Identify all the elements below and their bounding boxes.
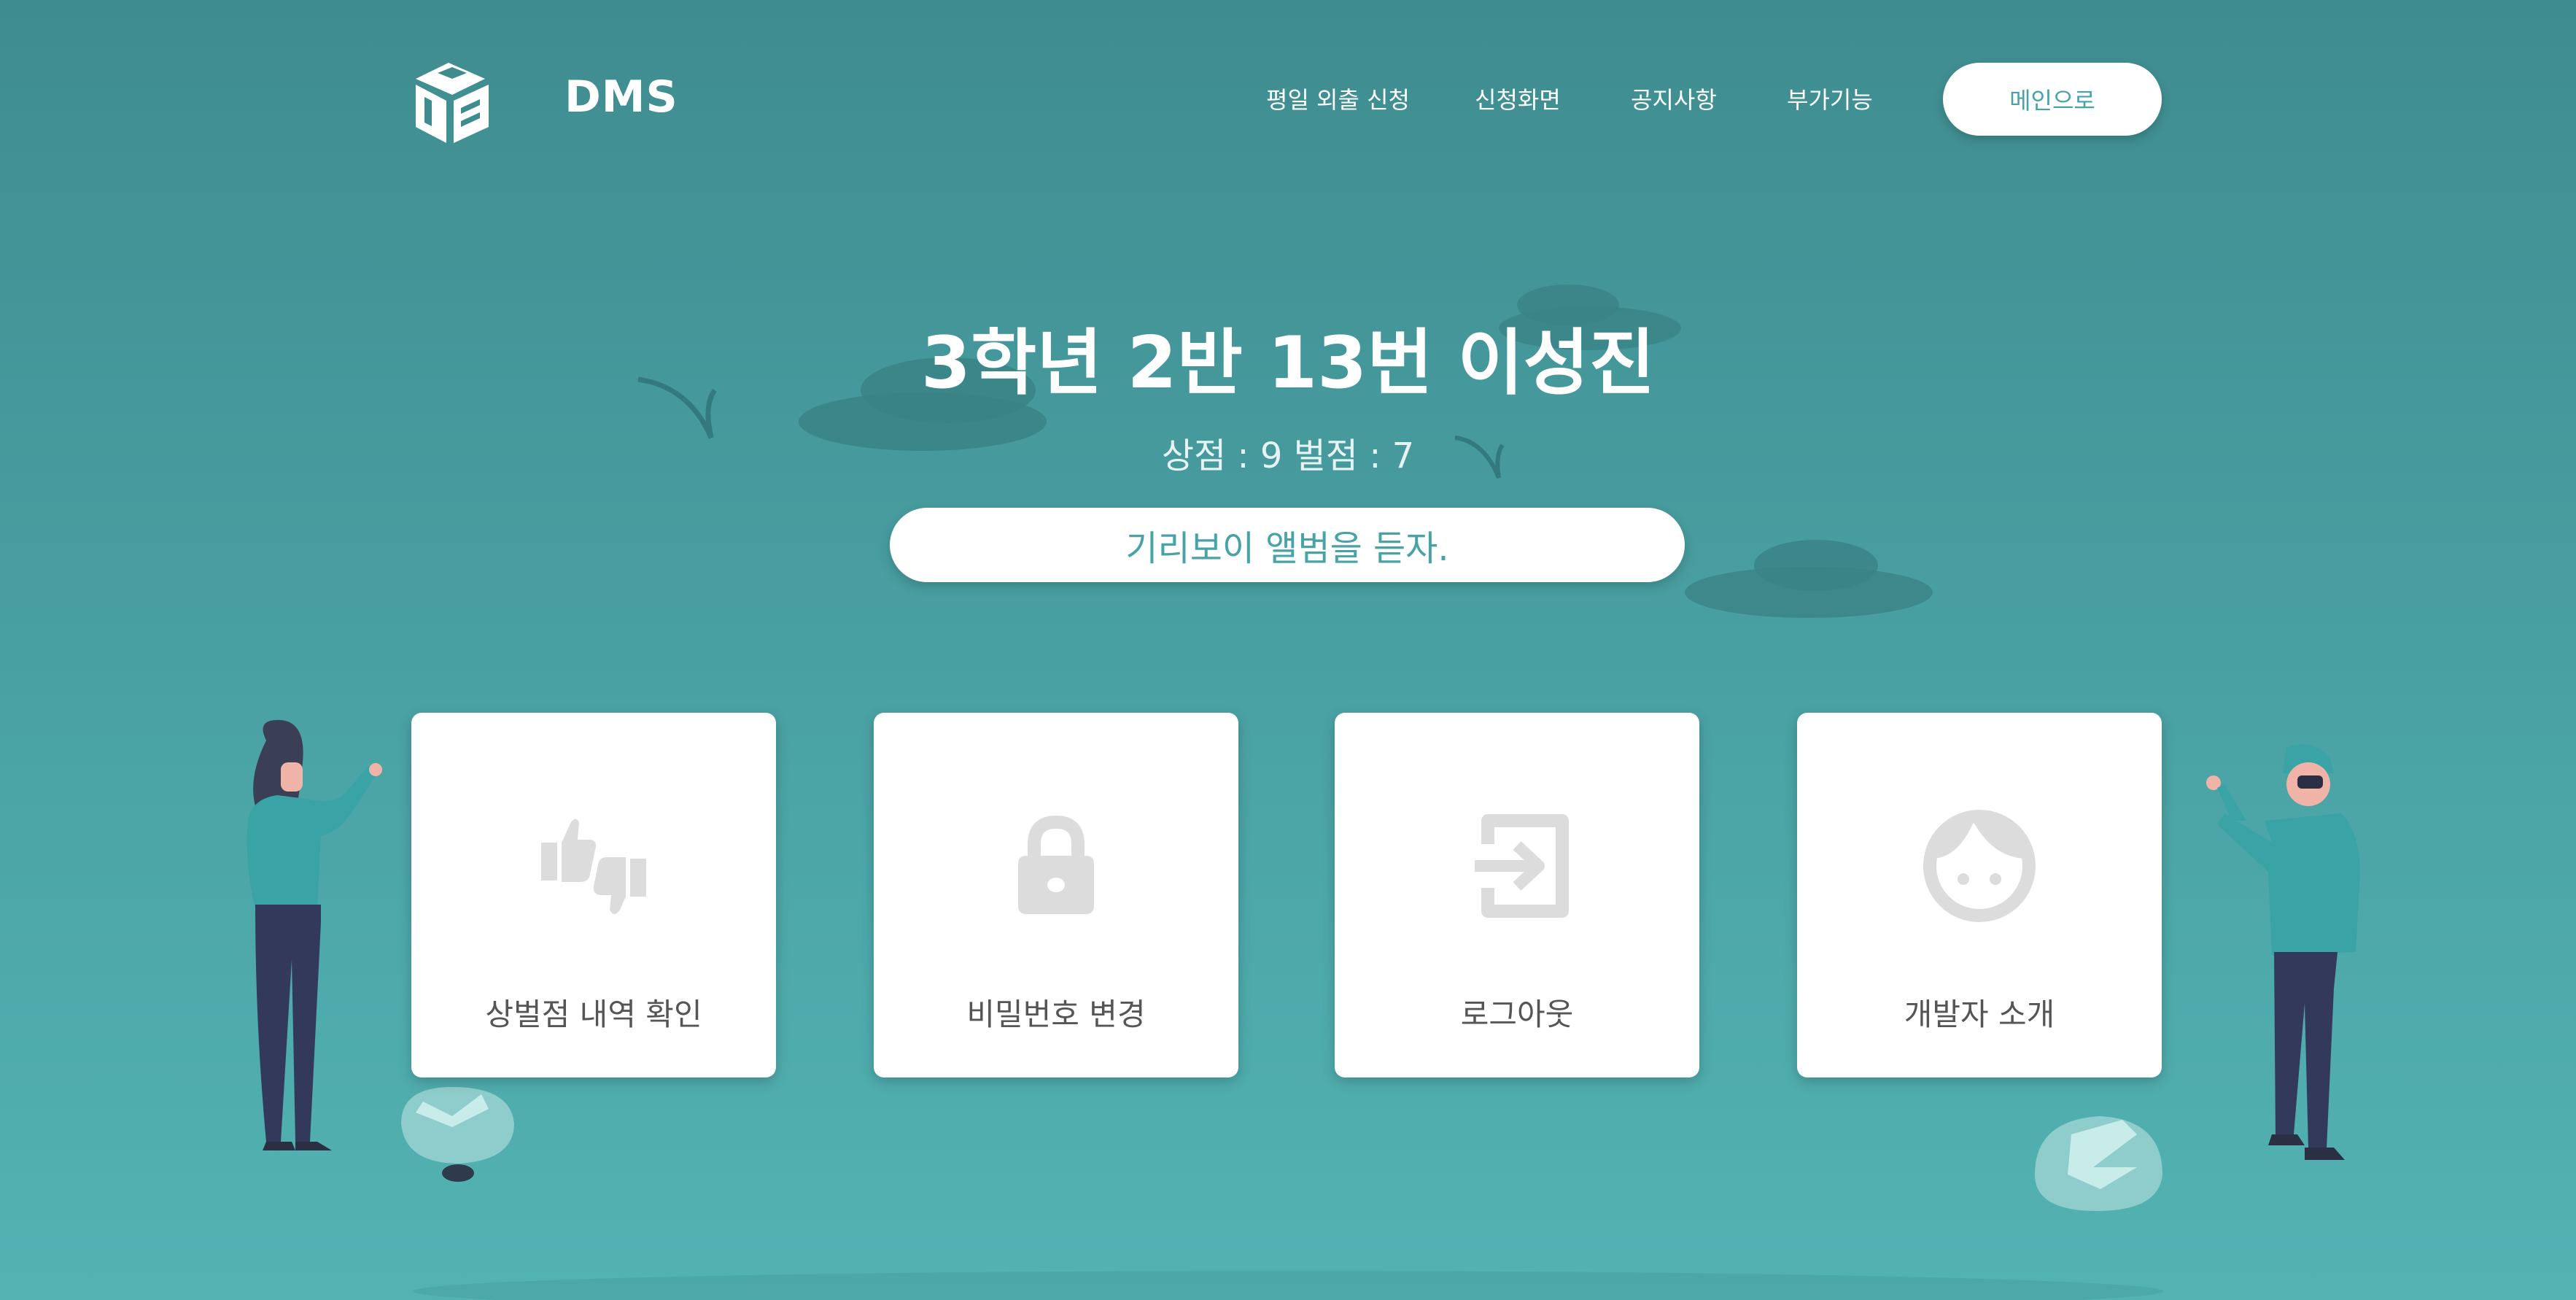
- logout-icon: [1475, 814, 1569, 918]
- nav-weekday-outing[interactable]: 평일 외출 신청: [1266, 82, 1410, 115]
- card-logout[interactable]: 로그아웃: [1335, 713, 1699, 1077]
- face-icon: [1923, 810, 2036, 922]
- woman-illustration: [247, 719, 382, 1150]
- man-illustration: [2206, 744, 2360, 1160]
- card-label-change-password: 비밀번호 변경: [966, 997, 1146, 1032]
- thumbs-up-down-icon: [541, 819, 646, 914]
- merit-demerit-points: 상점 : 9 벌점 : 7: [1161, 436, 1415, 476]
- card-change-password[interactable]: 비밀번호 변경: [874, 713, 1238, 1077]
- status-message[interactable]: 기리보이 앨범을 듣자.: [890, 508, 1685, 582]
- page: DMS 평일 외출 신청 신청화면 공지사항 부가기능 메인으로 3학년 2반 …: [0, 0, 2576, 1300]
- lock-icon: [1018, 815, 1094, 914]
- card-label-logout: 로그아웃: [1460, 997, 1574, 1032]
- nav-notice[interactable]: 공지사항: [1631, 82, 1717, 115]
- brand-name[interactable]: DMS: [565, 71, 678, 123]
- main-button[interactable]: 메인으로: [1943, 63, 2162, 136]
- student-info: 3학년 2반 13번 이성진: [920, 322, 1656, 405]
- plant-illustration-left: [401, 1087, 514, 1182]
- card-label-merit-history: 상벌점 내역 확인: [485, 997, 702, 1032]
- card-developer-intro[interactable]: 개발자 소개: [1797, 713, 2162, 1077]
- dms-logo[interactable]: [408, 57, 492, 144]
- nav-extra-features[interactable]: 부가기능: [1787, 82, 1873, 115]
- nav-application[interactable]: 신청화면: [1475, 82, 1561, 115]
- card-merit-history[interactable]: 상벌점 내역 확인: [411, 713, 776, 1077]
- plant-illustration-right: [2035, 1116, 2162, 1211]
- card-label-developer-intro: 개발자 소개: [1904, 997, 2055, 1032]
